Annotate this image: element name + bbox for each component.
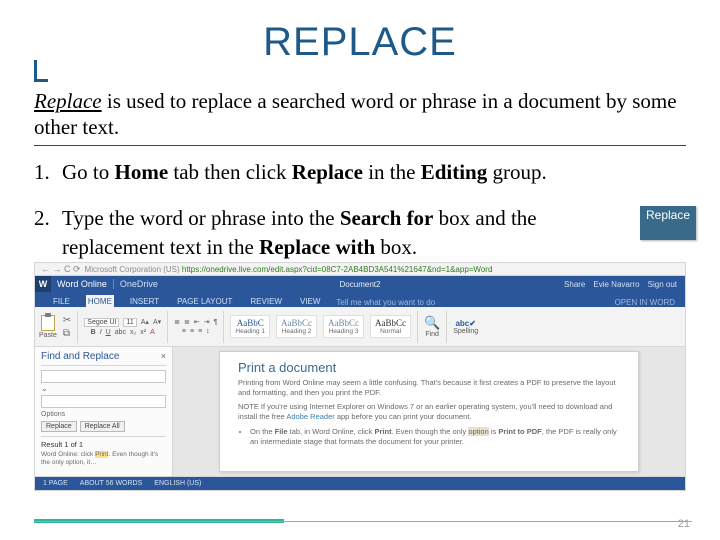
user-name[interactable]: Evie Navarro	[593, 280, 639, 289]
sup-button[interactable]: x²	[140, 329, 146, 336]
font-group: Segoe UI 11 A▴ A▾ B I U abc x₂ x² A	[84, 318, 161, 336]
search-for-input[interactable]	[41, 370, 166, 383]
font-shrink-icon[interactable]: A▾	[153, 318, 161, 326]
browser-bar: ← → C ⟳ Microsoft Corporation (US) https…	[34, 262, 686, 276]
style-heading3[interactable]: AaBbCcHeading 3	[323, 315, 364, 338]
ltr-icon[interactable]: ¶	[214, 319, 218, 326]
slide-title: REPLACE	[0, 20, 720, 65]
tell-me[interactable]: Tell me what you want to do	[336, 298, 435, 307]
replace-all-button[interactable]: Replace All	[80, 421, 125, 432]
spelling-button[interactable]: abc✔ Spelling	[453, 319, 478, 335]
clipboard-icon	[41, 315, 55, 331]
find-icon: 🔍	[424, 315, 440, 331]
numbering-icon[interactable]: ≣	[184, 318, 190, 326]
corner-mark	[34, 60, 48, 82]
style-heading2[interactable]: AaBbCcHeading 2	[276, 315, 317, 338]
word-title-bar: W Word Online OneDrive Document2 Share E…	[34, 276, 686, 292]
font-grow-icon[interactable]: A▴	[141, 318, 149, 326]
expand-icon[interactable]: ⌄	[41, 384, 166, 393]
style-normal[interactable]: AaBbCcNormal	[370, 315, 411, 338]
result-count: Result 1 of 1	[41, 436, 166, 449]
app-name: Word Online	[51, 279, 114, 289]
cut-icon[interactable]: ✂	[63, 315, 71, 326]
word-online-screenshot: ← → C ⟳ Microsoft Corporation (US) https…	[34, 262, 686, 496]
sub-button[interactable]: x₂	[130, 329, 136, 336]
paste-button[interactable]: Paste	[39, 315, 57, 339]
doc-heading: Print a document	[238, 360, 620, 375]
ribbon-tabs: FILE HOME INSERT PAGE LAYOUT REVIEW VIEW…	[34, 292, 686, 307]
tab-home[interactable]: HOME	[86, 295, 114, 307]
align-left-icon[interactable]: ≡	[182, 328, 186, 335]
doc-paragraph: Printing from Word Online may seem a lit…	[238, 378, 620, 398]
copy-icon[interactable]: ⧉	[63, 328, 71, 339]
font-select[interactable]: Segoe UI	[84, 318, 119, 327]
slide-footer-bar	[34, 520, 692, 522]
paragraph-group: ≣ ≣ ⇤ ⇥ ¶ ≡ ≡ ≡ ↕	[174, 318, 217, 335]
replace-with-input[interactable]	[41, 395, 166, 408]
step-number: 2.	[34, 204, 62, 261]
replace-badge: Replace	[640, 206, 696, 240]
address-bar[interactable]: Microsoft Corporation (US) https://onedr…	[85, 265, 493, 274]
location-crumb[interactable]: OneDrive	[114, 279, 164, 289]
strike-button[interactable]: abc	[115, 329, 126, 336]
font-size-select[interactable]: 11	[123, 318, 136, 327]
find-button[interactable]: 🔍 Find	[424, 315, 440, 338]
step-1: 1. Go to Home tab then click Replace in …	[34, 158, 686, 186]
italic-button[interactable]: I	[100, 329, 102, 336]
intro-text: Replace is used to replace a searched wo…	[34, 88, 686, 141]
steps-list: 1. Go to Home tab then click Replace in …	[34, 158, 686, 279]
doc-note: NOTE If you're using Internet Explorer o…	[238, 402, 620, 422]
doc-list-item: On the File tab, in Word Online, click P…	[250, 427, 620, 448]
tab-review[interactable]: REVIEW	[248, 295, 284, 307]
tab-page-layout[interactable]: PAGE LAYOUT	[175, 295, 234, 307]
status-page[interactable]: 1 PAGE	[43, 480, 68, 487]
bullets-icon[interactable]: ≣	[174, 318, 180, 326]
status-bar: 1 PAGE ABOUT 56 WORDS ENGLISH (US)	[34, 477, 686, 491]
divider-line	[34, 145, 686, 146]
document-canvas[interactable]: Print a document Printing from Word Onli…	[173, 347, 685, 476]
options-link[interactable]: Options	[41, 411, 166, 418]
tab-insert[interactable]: INSERT	[128, 295, 161, 307]
find-replace-pane: × Find and Replace ⌄ Options Replace Rep…	[35, 347, 173, 476]
ribbon: Paste ✂ ⧉ Segoe UI 11 A▴ A▾ B I U abc	[34, 307, 686, 347]
open-in-word[interactable]: OPEN IN WORD	[615, 298, 685, 307]
replace-button[interactable]: Replace	[41, 421, 77, 432]
adobe-reader-link[interactable]: Adobe Reader	[286, 412, 334, 421]
nav-icons[interactable]: ← → C ⟳	[41, 264, 81, 275]
tab-view[interactable]: VIEW	[298, 295, 322, 307]
indent-inc-icon[interactable]: ⇥	[204, 318, 210, 326]
document-page: Print a document Printing from Word Onli…	[219, 351, 639, 472]
indent-dec-icon[interactable]: ⇤	[194, 318, 200, 326]
page-number: 21	[678, 518, 690, 530]
align-right-icon[interactable]: ≡	[198, 328, 202, 335]
share-button[interactable]: Share	[564, 280, 585, 289]
intro-rest: is used to replace a searched word or ph…	[34, 89, 677, 139]
pane-close-icon[interactable]: ×	[161, 351, 166, 361]
status-words[interactable]: ABOUT 56 WORDS	[80, 480, 143, 487]
word-logo-icon: W	[35, 276, 51, 292]
status-language[interactable]: ENGLISH (US)	[154, 480, 201, 487]
spelling-icon: abc✔	[455, 319, 476, 328]
align-center-icon[interactable]: ≡	[190, 328, 194, 335]
tab-file[interactable]: FILE	[51, 295, 72, 307]
bold-button[interactable]: B	[91, 329, 96, 336]
font-color-button[interactable]: A	[150, 329, 155, 336]
line-spacing-icon[interactable]: ↕	[206, 328, 210, 335]
intro-lead: Replace	[34, 89, 102, 113]
result-snippet[interactable]: Word Online: click Print. Even though it…	[41, 451, 166, 467]
step-number: 1.	[34, 158, 62, 186]
step-2: 2. Type the word or phrase into the Sear…	[34, 204, 686, 261]
style-heading1[interactable]: AaBbCHeading 1	[230, 315, 270, 338]
signout-link[interactable]: Sign out	[648, 280, 677, 289]
pane-title: Find and Replace	[41, 351, 166, 366]
underline-button[interactable]: U	[106, 329, 111, 336]
